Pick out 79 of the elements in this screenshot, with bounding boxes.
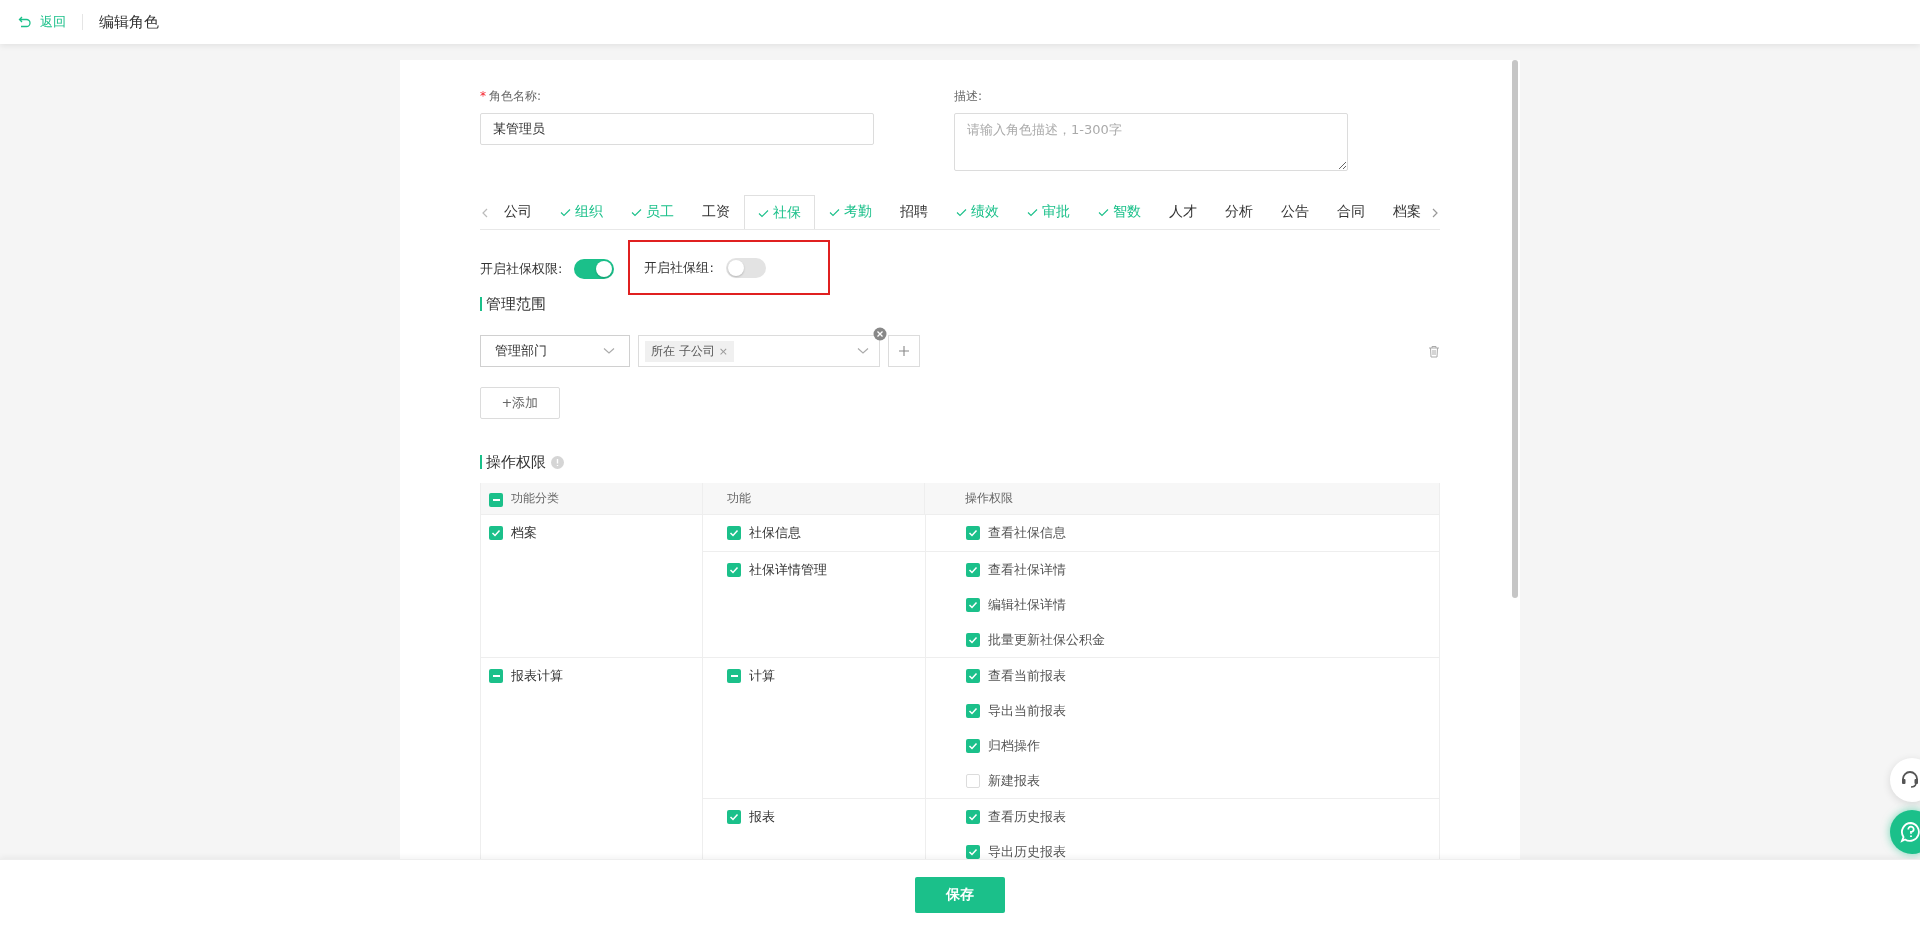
checkbox[interactable] — [727, 526, 741, 540]
checkbox[interactable] — [966, 809, 980, 824]
module-tab[interactable]: 工资 — [688, 195, 744, 228]
check-icon — [829, 207, 840, 217]
module-tab[interactable]: 公告 — [1267, 195, 1323, 228]
scroll-left-icon[interactable] — [480, 207, 490, 219]
checkbox[interactable] — [727, 563, 741, 577]
permission-label: 新建报表 — [988, 771, 1040, 790]
checkbox[interactable] — [966, 525, 980, 540]
module-tab[interactable]: 档案 — [1379, 195, 1430, 228]
module-tab[interactable]: 招聘 — [886, 195, 942, 228]
permission-label: 查看社保详情 — [988, 560, 1066, 579]
header-label: 功能 — [727, 490, 751, 507]
help-icon — [1900, 821, 1920, 843]
checkbox[interactable] — [727, 669, 741, 683]
check-icon — [631, 207, 642, 217]
checkbox[interactable] — [966, 632, 980, 647]
scroll-right-icon[interactable] — [1430, 207, 1440, 219]
section-title: 管理范围 — [480, 297, 1440, 311]
toggle-switch[interactable] — [574, 258, 615, 279]
scope-type-select[interactable]: 管理部门 — [480, 335, 630, 367]
header-label: 操作权限 — [965, 490, 1013, 507]
checkbox[interactable] — [489, 492, 503, 507]
permission-label: 查看社保信息 — [988, 523, 1066, 542]
checkbox[interactable] — [489, 669, 503, 683]
checkbox[interactable] — [727, 810, 741, 824]
clear-icon[interactable] — [873, 327, 887, 341]
add-button[interactable]: +添加 — [480, 387, 560, 419]
category-label: 报表计算 — [511, 667, 563, 685]
header-label: 功能分类 — [511, 490, 559, 507]
toggle-switch[interactable] — [725, 257, 766, 278]
check-icon — [1027, 207, 1038, 217]
function-label: 计算 — [749, 667, 775, 685]
checkbox[interactable] — [966, 597, 980, 612]
function-label: 报表 — [749, 808, 775, 826]
chevron-down-icon — [857, 347, 869, 355]
info-icon — [551, 455, 564, 469]
category-label: 档案 — [511, 524, 537, 542]
check-icon — [758, 208, 769, 218]
description-field[interactable]: 请输入角色描述，1-300字 — [954, 113, 1348, 171]
permission-label: 查看历史报表 — [988, 807, 1066, 826]
role-name-field[interactable]: 某管理员 — [480, 113, 874, 145]
field-label: 描述: — [954, 88, 984, 105]
permission-label: 编辑社保详情 — [988, 595, 1066, 614]
checkbox[interactable] — [489, 526, 503, 540]
check-icon — [956, 207, 967, 217]
check-icon — [560, 207, 571, 217]
toggle-label: 开启社保组: — [644, 258, 714, 277]
checkbox[interactable] — [966, 738, 980, 753]
permission-label: 批量更新社保公积金 — [988, 630, 1105, 649]
chevron-down-icon — [603, 347, 615, 355]
checkbox[interactable] — [966, 844, 980, 859]
module-tab[interactable]: 合同 — [1323, 195, 1379, 228]
undo-icon — [18, 15, 32, 29]
permission-label: 查看当前报表 — [988, 666, 1066, 685]
checkbox[interactable] — [966, 668, 980, 683]
checkbox[interactable] — [966, 562, 980, 577]
permission-label: 归档操作 — [988, 736, 1040, 755]
scrollbar[interactable] — [1512, 60, 1518, 598]
module-tab[interactable]: 公司 — [490, 195, 546, 228]
function-label: 社保信息 — [749, 524, 801, 542]
add-condition-button[interactable] — [888, 335, 920, 367]
checkbox[interactable] — [966, 773, 980, 788]
field-label: * 角色名称: — [480, 88, 543, 105]
toggle-label: 开启社保权限: — [480, 259, 563, 278]
delete-icon[interactable] — [1428, 344, 1440, 358]
module-tab[interactable]: 人才 — [1155, 195, 1211, 228]
headset-icon — [1900, 770, 1920, 790]
section-title: 操作权限 — [480, 455, 546, 469]
permission-label: 导出历史报表 — [988, 842, 1066, 859]
page-title: 编辑角色 — [99, 12, 159, 32]
module-tab[interactable]: 分析 — [1211, 195, 1267, 228]
permission-label: 导出当前报表 — [988, 701, 1066, 720]
check-icon — [1098, 207, 1109, 217]
checkbox[interactable] — [966, 703, 980, 718]
plus-icon — [898, 345, 910, 357]
function-label: 社保详情管理 — [749, 561, 827, 579]
scope-value-select[interactable]: 所在 子公司 × — [638, 335, 880, 367]
selected-tag: 所在 子公司 × — [645, 340, 735, 362]
